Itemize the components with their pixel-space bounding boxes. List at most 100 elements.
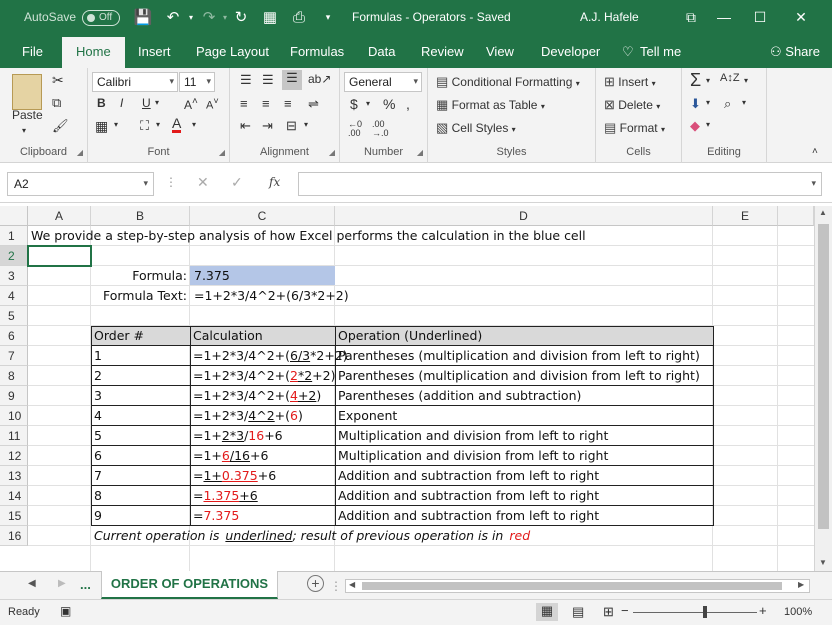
currency-dropdown-icon[interactable]: ▾	[366, 99, 370, 108]
horizontal-scrollbar[interactable]: ◀ ▶	[345, 579, 810, 593]
paste-icon[interactable]	[12, 74, 42, 110]
name-box[interactable]: A2 ▾	[7, 172, 154, 196]
row-header-5[interactable]: 5	[0, 306, 28, 326]
currency-icon[interactable]: $	[350, 96, 358, 112]
formula-input[interactable]: ▾	[298, 172, 822, 196]
zoom-level[interactable]: 100%	[784, 606, 812, 618]
bold-icon[interactable]: B	[97, 96, 106, 110]
tab-data[interactable]: Data	[368, 44, 395, 59]
tab-insert[interactable]: Insert	[138, 44, 171, 59]
zoom-in-icon[interactable]: +	[759, 603, 767, 618]
select-all-corner[interactable]	[0, 206, 28, 226]
cut-icon[interactable]: ✂	[52, 72, 64, 89]
tab-split-grip-icon[interactable]: ⋮	[330, 579, 342, 593]
tab-view[interactable]: View	[486, 44, 514, 59]
collapse-ribbon-icon[interactable]: ˄	[812, 146, 818, 157]
undo-icon[interactable]: ↶	[163, 7, 183, 27]
page-layout-view-icon[interactable]: ▤	[572, 604, 584, 620]
cell-styles-button[interactable]: ▧ Cell Styles ▾	[436, 120, 516, 136]
minimize-icon[interactable]: —	[713, 6, 735, 28]
maximize-icon[interactable]: ☐	[749, 6, 771, 28]
borders-icon[interactable]: ▦	[95, 118, 108, 135]
next-sheet-icon[interactable]: ▶	[58, 578, 66, 589]
insert-cells-button[interactable]: ⊞ Insert ▾	[604, 74, 656, 90]
row-header-8[interactable]: 8	[0, 366, 28, 386]
row-header-15[interactable]: 15	[0, 506, 28, 526]
conditional-formatting-button[interactable]: ▤ Conditional Formatting ▾	[436, 74, 580, 90]
autosum-icon[interactable]: Σ	[690, 70, 701, 91]
font-name-select[interactable]: Calibri ▾	[92, 72, 178, 92]
fill-color-icon[interactable]: ⛶	[140, 118, 149, 134]
clear-icon[interactable]: ◆	[690, 118, 700, 134]
column-header-a[interactable]: A	[28, 206, 91, 226]
add-sheet-icon[interactable]: +	[307, 575, 324, 592]
macro-record-icon[interactable]: ▣	[60, 604, 71, 618]
tell-me[interactable]: Tell me	[640, 44, 681, 59]
fill-dropdown-icon[interactable]: ▾	[706, 98, 710, 107]
borders-dropdown-icon[interactable]: ▾	[114, 120, 118, 129]
font-color-dropdown-icon[interactable]: ▾	[192, 120, 196, 129]
cancel-icon[interactable]: ✕	[197, 174, 209, 191]
vertical-scroll-thumb[interactable]	[818, 224, 829, 529]
grid-icon[interactable]: ▦	[260, 7, 280, 27]
copy-icon[interactable]: ⧉	[52, 95, 61, 111]
scroll-right-icon[interactable]: ▶	[798, 580, 804, 589]
increase-font-icon[interactable]: A˄	[184, 96, 198, 112]
enter-icon[interactable]: ✓	[231, 174, 243, 191]
decrease-indent-icon[interactable]: ⇤	[240, 118, 251, 134]
row-header-13[interactable]: 13	[0, 466, 28, 486]
worksheet-grid[interactable]: A B C D E 1 2 3 4 5 6 7 8 9 10 11 12 13 14 15 16 We provide a…	[0, 206, 814, 571]
format-as-table-button[interactable]: ▦ Format as Table ▾	[436, 97, 545, 113]
undo-dropdown-icon[interactable]: ▾	[181, 7, 201, 27]
row-header-11[interactable]: 11	[0, 426, 28, 446]
underline-icon[interactable]: U	[142, 96, 151, 110]
paste-dropdown-icon[interactable]: ▾	[22, 126, 26, 135]
tab-review[interactable]: Review	[421, 44, 464, 59]
row-header-2[interactable]: 2	[0, 246, 28, 266]
merge-dropdown-icon[interactable]: ▾	[304, 120, 308, 129]
zoom-out-icon[interactable]: −	[621, 603, 629, 618]
row-header-14[interactable]: 14	[0, 486, 28, 506]
align-left-icon[interactable]: ≡	[240, 96, 248, 111]
row-header-16[interactable]: 16	[0, 526, 28, 546]
paste-button[interactable]: Paste	[12, 108, 43, 122]
tab-formulas[interactable]: Formulas	[290, 44, 344, 59]
column-header-d[interactable]: D	[335, 206, 713, 226]
decrease-font-icon[interactable]: A˅	[206, 96, 219, 112]
row-header-1[interactable]: 1	[0, 226, 28, 246]
align-top-icon[interactable]: ☰	[240, 72, 252, 88]
font-color-icon[interactable]: A	[172, 116, 182, 133]
column-header-c[interactable]: C	[190, 206, 335, 226]
selected-cell-a2[interactable]	[27, 245, 92, 267]
sheet-tab-order-of-operations[interactable]: ORDER OF OPERATIONS	[101, 571, 278, 599]
user-name[interactable]: A.J. Hafele	[580, 10, 639, 24]
horizontal-scroll-thumb[interactable]	[362, 582, 782, 590]
comma-style-icon[interactable]: ,	[406, 96, 410, 112]
format-cells-button[interactable]: ▤ Format ▾	[604, 120, 665, 136]
align-middle-icon[interactable]: ☰	[262, 72, 274, 88]
column-header-e[interactable]: E	[713, 206, 778, 226]
fill-color-dropdown-icon[interactable]: ▾	[156, 120, 160, 129]
print-preview-icon[interactable]: ⎙	[289, 7, 309, 27]
font-size-select[interactable]: 11 ▾	[179, 72, 215, 92]
decrease-decimal-icon[interactable]: .00 →.0	[372, 120, 389, 138]
font-launcher-icon[interactable]: ◢	[219, 148, 225, 157]
orientation-icon[interactable]: ab↗	[308, 72, 331, 86]
clipboard-launcher-icon[interactable]: ◢	[77, 148, 83, 157]
tab-file[interactable]: File	[22, 44, 43, 59]
find-select-dropdown-icon[interactable]: ▾	[742, 98, 746, 107]
row-header-3[interactable]: 3	[0, 266, 28, 286]
number-launcher-icon[interactable]: ◢	[417, 148, 423, 157]
align-right-icon[interactable]: ≡	[284, 96, 292, 111]
align-center-icon[interactable]: ≡	[262, 96, 270, 111]
zoom-slider-thumb[interactable]	[703, 606, 707, 618]
autosum-dropdown-icon[interactable]: ▾	[706, 76, 710, 85]
zoom-slider[interactable]	[633, 612, 757, 613]
customize-qat-icon[interactable]: ▾	[318, 7, 338, 27]
vertical-scrollbar[interactable]: ▲ ▼	[814, 206, 832, 571]
tab-page-layout[interactable]: Page Layout	[196, 44, 269, 59]
save-icon[interactable]: 💾	[133, 7, 153, 27]
row-header-10[interactable]: 10	[0, 406, 28, 426]
number-format-select[interactable]: General ▾	[344, 72, 422, 92]
refresh-icon[interactable]: ↻	[231, 7, 251, 27]
